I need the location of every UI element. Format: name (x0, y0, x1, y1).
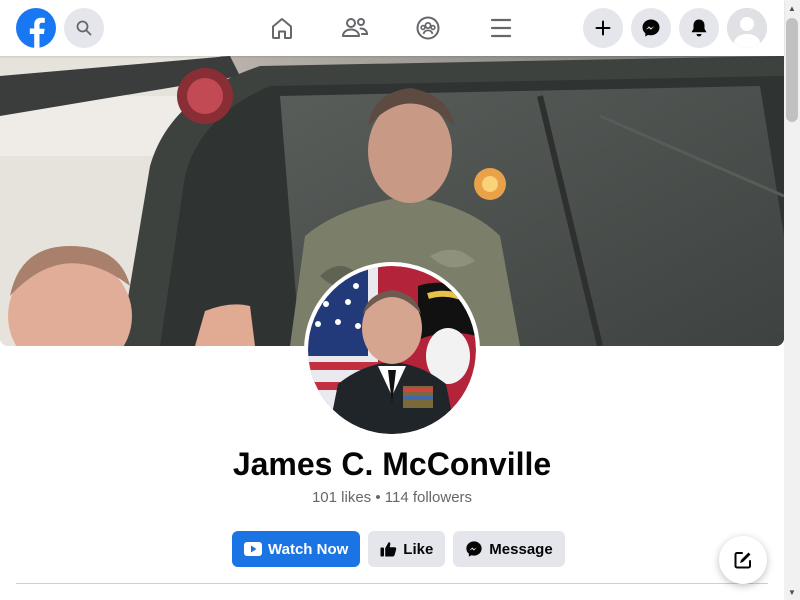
messenger-button[interactable] (631, 8, 671, 48)
user-silhouette-icon (727, 8, 767, 48)
nav-groups[interactable] (414, 14, 442, 42)
notifications-button[interactable] (679, 8, 719, 48)
message-label: Message (489, 540, 553, 558)
like-button[interactable]: Like (368, 531, 446, 567)
page-title: James C. McConville (232, 446, 552, 482)
bell-icon (691, 19, 707, 37)
groups-icon (416, 16, 440, 40)
likes-followers-count: 101 likes • 114 followers (311, 489, 473, 506)
home-icon (272, 18, 292, 39)
play-icon (244, 542, 262, 556)
menu-icon (490, 18, 512, 38)
top-navigation-bar (0, 0, 784, 56)
scroll-down-arrow[interactable]: ▼ (784, 584, 800, 600)
search-button[interactable] (64, 8, 104, 48)
nav-friends[interactable] (341, 14, 369, 42)
profile-picture[interactable] (304, 262, 480, 438)
friends-icon (342, 18, 369, 37)
new-message-button[interactable] (719, 536, 767, 584)
watch-now-button[interactable]: Watch Now (232, 531, 361, 567)
thumbs-up-icon (380, 542, 397, 557)
search-icon (76, 20, 92, 36)
scroll-up-arrow[interactable]: ▲ (784, 0, 800, 16)
profile-actions: Watch Now Like Message (232, 531, 565, 567)
create-button[interactable] (583, 8, 623, 48)
scrollbar-thumb[interactable] (786, 18, 798, 122)
account-avatar[interactable] (727, 8, 767, 48)
section-divider (16, 583, 768, 584)
watch-now-label: Watch Now (268, 540, 349, 558)
facebook-logo-icon[interactable] (16, 8, 56, 48)
nav-menu[interactable] (487, 14, 515, 42)
messenger-icon (466, 541, 482, 557)
messenger-icon (642, 19, 660, 37)
compose-icon (734, 552, 751, 569)
like-label: Like (403, 540, 434, 558)
nav-home[interactable] (268, 14, 296, 42)
plus-icon (595, 20, 611, 36)
message-button[interactable]: Message (453, 531, 565, 567)
